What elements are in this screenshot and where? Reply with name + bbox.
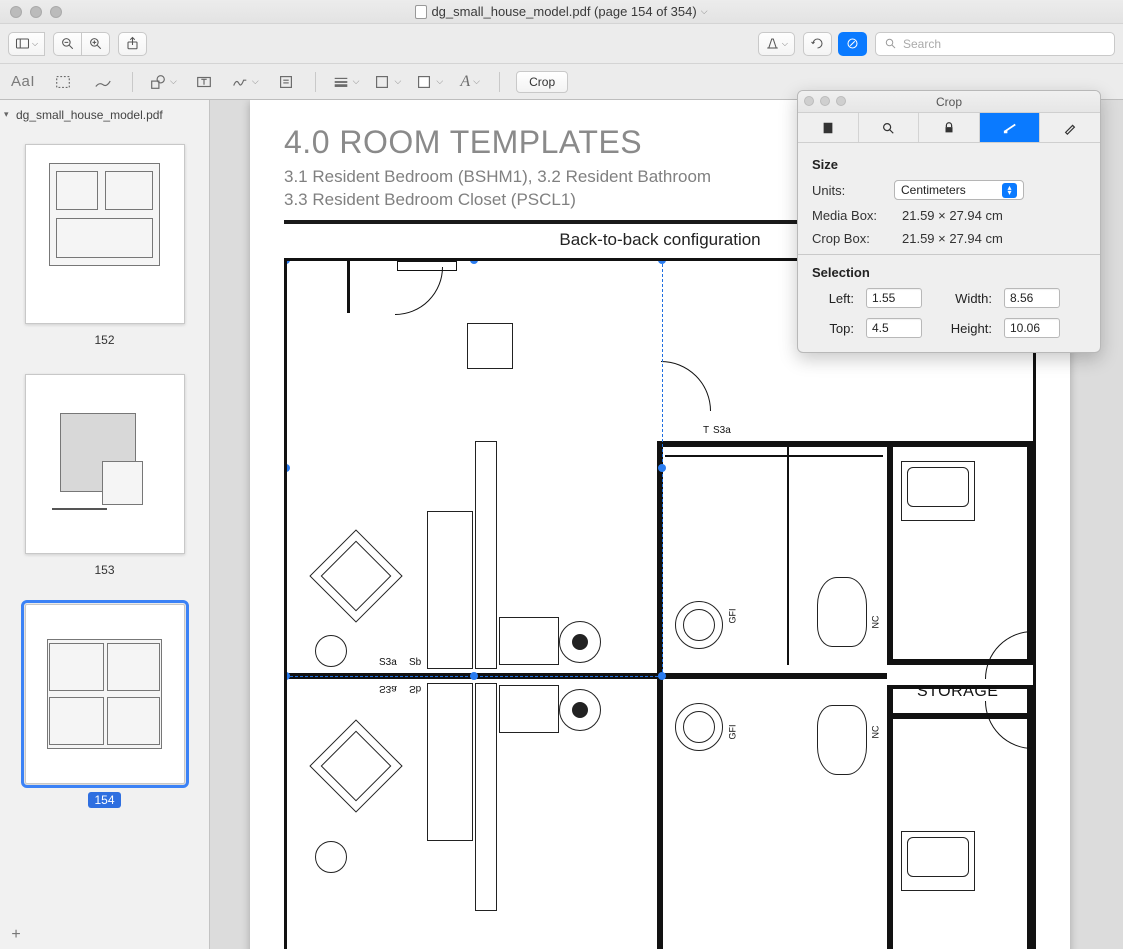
- floor-plan: STORAGE T S3a GFI NC GFI NC S3a Sb S3a S…: [284, 258, 1036, 949]
- markup-toggle-button[interactable]: [838, 32, 867, 56]
- select-stepper-icon: ▴▾: [1002, 183, 1017, 198]
- main-toolbar: ⌵ ⌵ Search: [0, 24, 1123, 64]
- page-thumbnail[interactable]: [25, 144, 185, 324]
- document-icon: [415, 5, 427, 19]
- crop-box-value: 21.59 × 27.94 cm: [902, 231, 1003, 246]
- inspector-tab-magnifier[interactable]: [859, 113, 920, 142]
- inspector-tab-page[interactable]: [798, 113, 859, 142]
- plan-note: S3a: [713, 425, 731, 436]
- top-label: Top:: [812, 321, 854, 336]
- chevron-down-icon: ⌵: [32, 39, 38, 49]
- plan-note: T: [703, 425, 709, 436]
- zoom-in-button[interactable]: [81, 32, 110, 56]
- thumbnail-page-number: 152: [88, 332, 120, 348]
- width-input[interactable]: 8.56: [1004, 288, 1060, 308]
- border-style-tool[interactable]: [332, 70, 360, 94]
- thumbnail-page-number: 154: [88, 792, 120, 808]
- left-label: Left:: [812, 291, 854, 306]
- media-box-value: 21.59 × 27.94 cm: [902, 208, 1003, 223]
- plan-note: Sb: [409, 683, 421, 694]
- size-section-header: Size: [812, 157, 1086, 172]
- crop-selection[interactable]: [285, 259, 663, 677]
- search-icon: [884, 37, 897, 50]
- media-box-label: Media Box:: [812, 208, 892, 223]
- thumbnail-page-number: 153: [88, 562, 120, 578]
- crop-inspector-panel[interactable]: Crop Size Units: Centimeters ▴▾ Media Bo…: [797, 90, 1101, 353]
- border-color-tool[interactable]: [373, 70, 401, 94]
- units-label: Units:: [812, 183, 884, 198]
- sidebar-toggle-button[interactable]: ⌵: [8, 32, 45, 56]
- plan-note: GFI: [728, 725, 738, 740]
- search-placeholder: Search: [903, 37, 941, 51]
- font-tool[interactable]: A: [457, 70, 483, 94]
- left-input[interactable]: 1.55: [866, 288, 922, 308]
- thumbnail-item[interactable]: 152: [0, 144, 209, 348]
- storage-label: STORAGE: [917, 683, 998, 701]
- thumbnail-sidebar[interactable]: dg_small_house_model.pdf 152 1: [0, 100, 210, 949]
- text-tool[interactable]: [191, 70, 217, 94]
- rotate-button[interactable]: [803, 32, 832, 56]
- sign-tool[interactable]: [231, 70, 259, 94]
- plan-note: NC: [871, 726, 881, 739]
- window-title-text: dg_small_house_model.pdf (page 154 of 35…: [431, 4, 696, 19]
- thumbnail-item[interactable]: 153: [0, 374, 209, 578]
- crop-box-label: Crop Box:: [812, 231, 892, 246]
- crop-button[interactable]: Crop: [516, 71, 568, 93]
- inspector-tab-lock[interactable]: [919, 113, 980, 142]
- plan-note: S3a: [379, 683, 397, 694]
- highlight-button[interactable]: ⌵: [758, 32, 795, 56]
- units-value: Centimeters: [901, 183, 966, 197]
- share-button[interactable]: [118, 32, 147, 56]
- plan-note: NC: [871, 616, 881, 629]
- height-input[interactable]: 10.06: [1004, 318, 1060, 338]
- sidebar-filename[interactable]: dg_small_house_model.pdf: [0, 106, 209, 130]
- shapes-tool[interactable]: [149, 70, 177, 94]
- note-tool[interactable]: [273, 70, 299, 94]
- units-select[interactable]: Centimeters ▴▾: [894, 180, 1024, 200]
- plan-note: GFI: [728, 609, 738, 624]
- zoom-out-button[interactable]: [53, 32, 82, 56]
- text-selection-tool[interactable]: AaI: [10, 70, 36, 94]
- inspector-titlebar[interactable]: Crop: [798, 91, 1100, 113]
- height-label: Height:: [934, 321, 992, 336]
- search-input[interactable]: Search: [875, 32, 1115, 56]
- window-titlebar: dg_small_house_model.pdf (page 154 of 35…: [0, 0, 1123, 24]
- inspector-tabs: [798, 113, 1100, 143]
- inspector-tab-crop[interactable]: [980, 113, 1041, 142]
- top-input[interactable]: 4.5: [866, 318, 922, 338]
- inspector-tab-pencil[interactable]: [1040, 113, 1100, 142]
- width-label: Width:: [934, 291, 992, 306]
- inspector-traffic-lights[interactable]: [804, 96, 846, 106]
- redact-tool[interactable]: [90, 70, 116, 94]
- thumbnail-item[interactable]: 154: [0, 604, 209, 808]
- window-title[interactable]: dg_small_house_model.pdf (page 154 of 35…: [0, 4, 1123, 19]
- fill-color-tool[interactable]: [415, 70, 443, 94]
- add-page-button[interactable]: +: [6, 925, 26, 945]
- inspector-title: Crop: [936, 95, 962, 109]
- page-thumbnail[interactable]: [25, 374, 185, 554]
- chevron-down-icon: ⌵: [782, 39, 788, 49]
- title-dropdown-icon[interactable]: ⌵: [701, 6, 708, 17]
- rectangular-selection-tool[interactable]: [50, 70, 76, 94]
- selection-section-header: Selection: [812, 265, 1086, 280]
- page-thumbnail[interactable]: [25, 604, 185, 784]
